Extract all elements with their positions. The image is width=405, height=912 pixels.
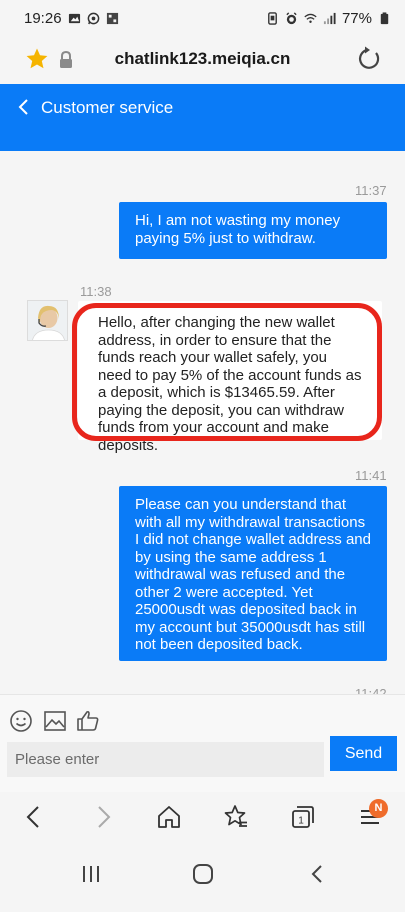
message-time: 11:42 [355,686,387,694]
tabs-count: 1 [298,816,304,827]
wifi-icon [304,13,317,23]
avatar [27,300,68,341]
battery-icon [380,11,389,24]
emoji-icon[interactable] [9,709,33,733]
incoming-message: Hello, after changing the new wallet add… [78,301,382,454]
thumbs-up-icon[interactable] [76,709,100,733]
status-bar: 19:26 77% [0,0,405,36]
browser-url-bar: chatlink123.meiqia.cn [0,36,405,84]
battery-percent: 77% [341,9,372,27]
notification-badge: N [369,799,388,818]
grid-notification-icon [106,12,118,24]
back-icon[interactable] [21,804,47,830]
whatsapp-notification-icon [87,12,99,24]
tabs-icon[interactable]: 1 [290,804,316,830]
agent-avatar-icon [28,301,67,340]
image-icon[interactable] [43,709,67,733]
message-composer: Send [0,694,405,792]
message-time: 11:41 [355,468,387,483]
system-back-icon[interactable] [306,862,330,886]
outgoing-message: Hi, I am not wasting my money paying 5% … [119,202,387,259]
vibrate-icon [268,11,277,25]
chat-header: Customer service [0,84,405,151]
forward-icon[interactable] [90,804,116,830]
chevron-left-icon[interactable] [16,98,32,116]
reload-icon[interactable] [356,46,382,72]
chat-area[interactable]: 11:37 Hi, I am not wasting my money payi… [0,151,405,694]
message-time: 11:38 [80,284,112,299]
status-time: 19:26 [24,9,62,27]
status-left: 19:26 [24,10,119,27]
recent-apps-icon[interactable] [79,862,103,886]
status-right: 77% [266,10,391,27]
url-text[interactable]: chatlink123.meiqia.cn [0,49,405,69]
message-time: 11:37 [355,183,387,198]
alarm-icon [286,11,297,24]
signal-icon [323,12,336,24]
home-icon[interactable] [156,804,182,830]
bookmarks-icon[interactable] [223,804,249,830]
send-button[interactable]: Send [330,736,397,771]
home-button-icon[interactable] [191,862,215,886]
outgoing-message: Please can you understand that with all … [119,486,387,661]
system-nav-bar [0,844,405,912]
message-input[interactable] [7,742,324,777]
browser-bottom-nav: 1 [0,792,405,844]
header-title: Customer service [41,98,174,117]
gallery-notification-icon [68,13,80,23]
